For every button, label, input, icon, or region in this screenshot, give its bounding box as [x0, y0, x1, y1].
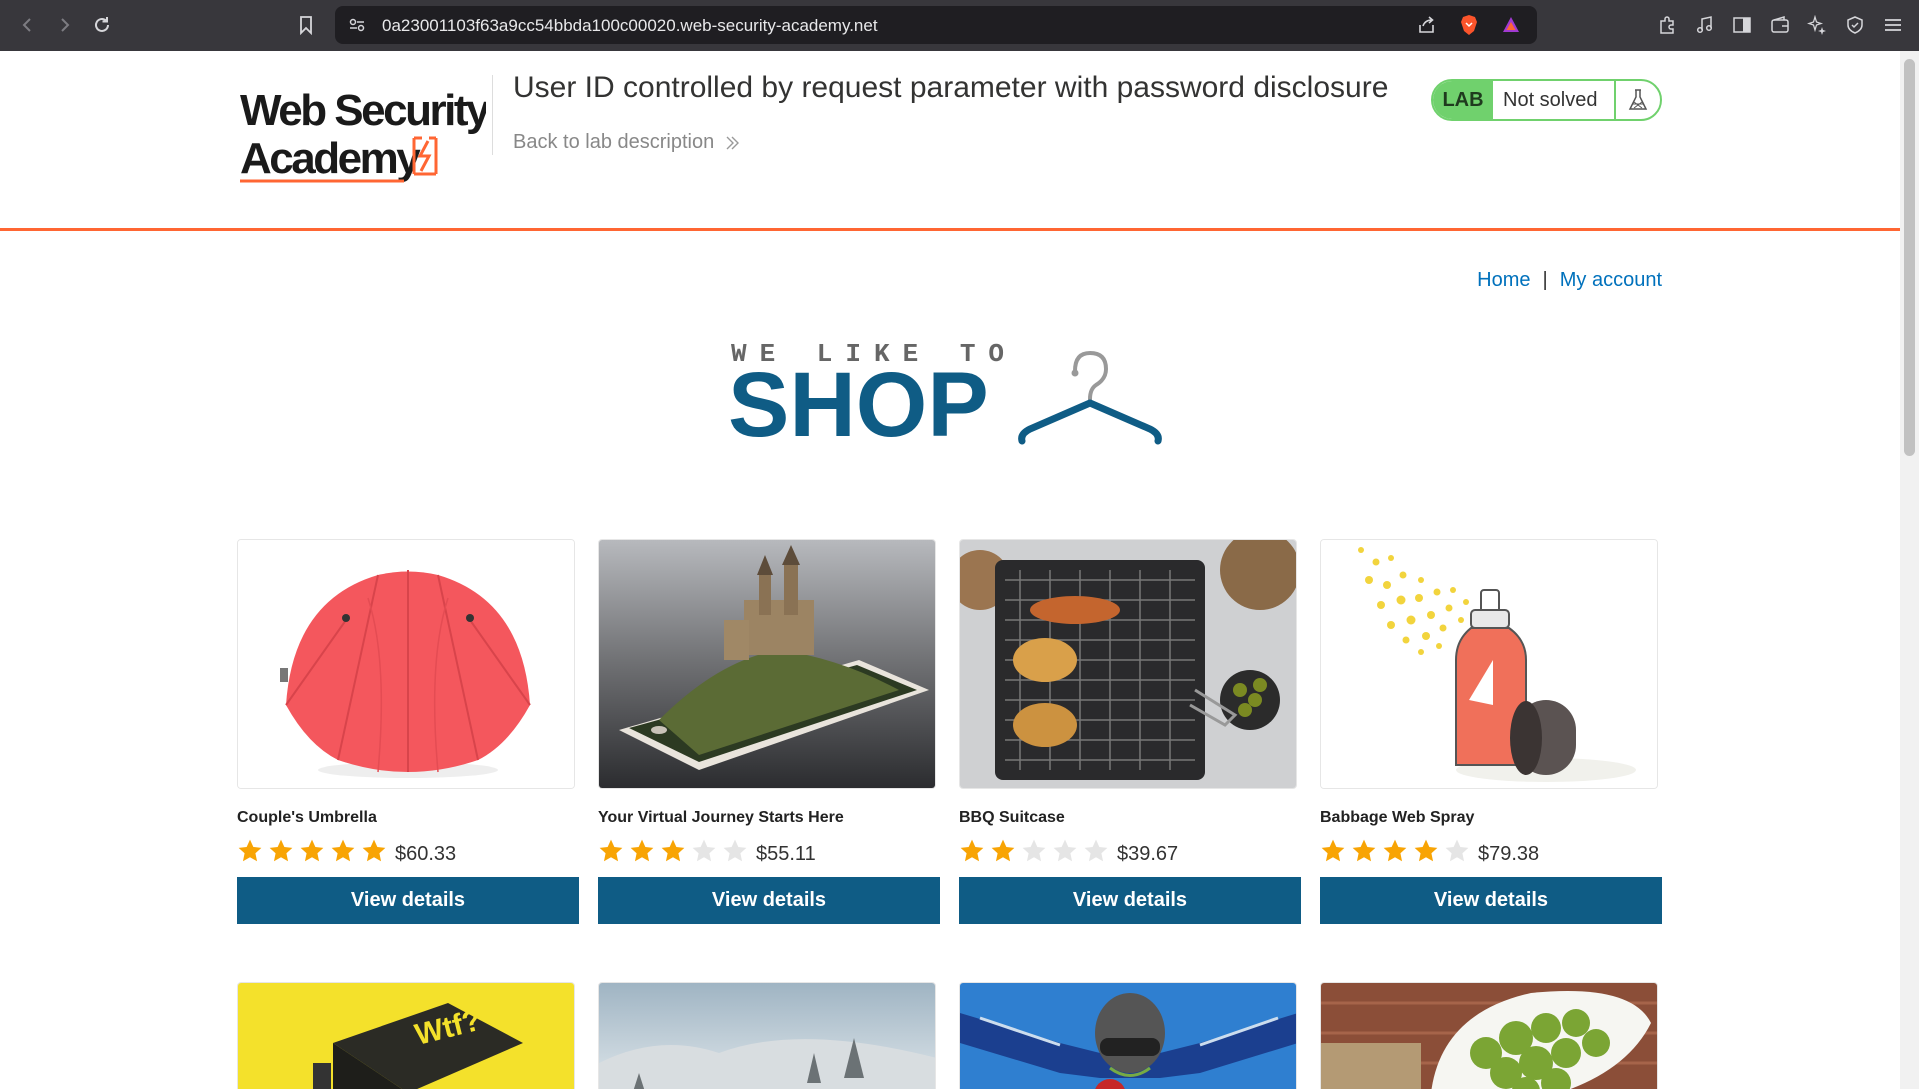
product-image-sprouts [1320, 982, 1658, 1089]
product-card: Wtf? [237, 982, 579, 1089]
product-rating-row: $55.11 [598, 837, 940, 865]
star-rating [598, 838, 748, 864]
product-rating-row: $60.33 [237, 837, 579, 865]
menu-hamburger-icon[interactable] [1881, 13, 1905, 37]
star-empty-icon [723, 839, 747, 862]
address-bar[interactable]: 0a23001103f63a9cc54bbda100c00020.web-sec… [335, 6, 1537, 44]
view-details-button[interactable]: View details [1320, 877, 1662, 924]
lab-status-widget: LAB Not solved [1431, 79, 1662, 121]
we-like-to-shop-banner: WE LIKE TO SHOP [728, 339, 1168, 471]
flask-icon [1614, 81, 1660, 119]
reload-icon[interactable] [90, 13, 114, 37]
brave-rewards-icon[interactable] [1499, 13, 1523, 37]
product-card: Your Virtual Journey Starts Here $55.11 … [598, 539, 940, 924]
my-account-link[interactable]: My account [1560, 269, 1662, 292]
star-filled-icon [331, 839, 355, 862]
star-empty-icon [1445, 839, 1469, 862]
star-filled-icon [238, 839, 262, 862]
scrollbar-thumb[interactable] [1904, 59, 1915, 456]
sidebar-toggle-icon[interactable] [1730, 13, 1754, 37]
product-rating-row: $39.67 [959, 837, 1301, 865]
product-card: Couple's Umbrella $60.33 View details [237, 539, 579, 924]
wallet-icon[interactable] [1768, 13, 1792, 37]
star-filled-icon [269, 839, 293, 862]
star-filled-icon [1352, 839, 1376, 862]
product-card: Babbage Web Spray $79.38 View details [1320, 539, 1662, 924]
star-rating [237, 838, 387, 864]
product-card [598, 982, 940, 1089]
product-name: Couple's Umbrella [237, 809, 377, 826]
star-rating [959, 838, 1109, 864]
star-filled-icon [1383, 839, 1407, 862]
star-filled-icon [300, 839, 324, 862]
back-to-lab-description-link[interactable]: Back to lab description [513, 131, 740, 154]
product-price: $39.67 [1117, 842, 1179, 865]
product-image-bbq-suitcase [959, 539, 1297, 789]
web-security-academy-logo[interactable]: Web Security Academy [236, 75, 493, 185]
product-price: $55.11 [756, 842, 816, 865]
share-icon[interactable] [1415, 13, 1439, 37]
nav-separator: | [1542, 269, 1548, 291]
product-image-party-game: Wtf? [237, 982, 575, 1089]
svg-text:Web Security: Web Security [240, 86, 486, 135]
brave-shield-icon[interactable] [1457, 13, 1481, 37]
browser-toolbar: 0a23001103f63a9cc54bbda100c00020.web-sec… [0, 0, 1919, 51]
product-price: $79.38 [1478, 842, 1540, 865]
product-image-winter-landscape [598, 982, 936, 1089]
star-filled-icon [599, 839, 623, 862]
lab-title: User ID controlled by request parameter … [513, 71, 1389, 104]
product-rating-row: $79.38 [1320, 837, 1662, 865]
account-nav: Home | My account [1477, 269, 1662, 292]
star-filled-icon [362, 839, 386, 862]
back-arrow-icon[interactable] [16, 13, 40, 37]
clothes-hanger-icon [1018, 350, 1162, 445]
academy-lab-header: Web Security Academy User ID controlled … [0, 51, 1900, 231]
header-divider [492, 75, 493, 155]
banner-shop: SHOP [728, 354, 989, 456]
view-details-button[interactable]: View details [237, 877, 579, 924]
star-empty-icon [1084, 839, 1108, 862]
page-content: Web Security Academy User ID controlled … [0, 51, 1900, 1089]
star-filled-icon [1321, 839, 1345, 862]
star-filled-icon [960, 839, 984, 862]
lab-status-text: Not solved [1503, 88, 1598, 111]
site-settings-icon[interactable] [345, 13, 369, 37]
star-filled-icon [991, 839, 1015, 862]
view-details-button[interactable]: View details [598, 877, 940, 924]
product-price: $60.33 [395, 842, 457, 865]
star-empty-icon [692, 839, 716, 862]
view-details-button[interactable]: View details [959, 877, 1301, 924]
star-filled-icon [1414, 839, 1438, 862]
product-card [1320, 982, 1662, 1089]
product-image-skydiver [959, 982, 1297, 1089]
product-card: BBQ Suitcase $39.67 View details [959, 539, 1301, 924]
star-empty-icon [1022, 839, 1046, 862]
product-card [959, 982, 1301, 1089]
bookmark-icon[interactable] [294, 13, 318, 37]
home-link[interactable]: Home [1477, 269, 1530, 292]
star-filled-icon [630, 839, 654, 862]
svg-text:Academy: Academy [240, 134, 421, 183]
lab-badge: LAB [1433, 81, 1493, 119]
product-image-virtual-journey [598, 539, 936, 789]
product-image-web-spray [1320, 539, 1658, 789]
star-empty-icon [1053, 839, 1077, 862]
star-rating [1320, 838, 1470, 864]
back-link-label[interactable]: Back to lab description [513, 131, 714, 154]
forward-arrow-icon[interactable] [52, 13, 76, 37]
vpn-shield-icon[interactable] [1843, 13, 1867, 37]
extensions-icon[interactable] [1655, 13, 1679, 37]
double-chevron-right-icon [726, 136, 740, 149]
product-image-umbrella [237, 539, 575, 789]
music-icon[interactable] [1693, 13, 1717, 37]
star-filled-icon [661, 839, 685, 862]
product-name: Babbage Web Spray [1320, 809, 1475, 826]
product-name: Your Virtual Journey Starts Here [598, 809, 844, 826]
product-name: BBQ Suitcase [959, 809, 1065, 826]
leo-ai-icon[interactable] [1805, 13, 1829, 37]
url-text[interactable]: 0a23001103f63a9cc54bbda100c00020.web-sec… [382, 16, 878, 36]
page-scrollbar[interactable] [1900, 51, 1919, 1089]
